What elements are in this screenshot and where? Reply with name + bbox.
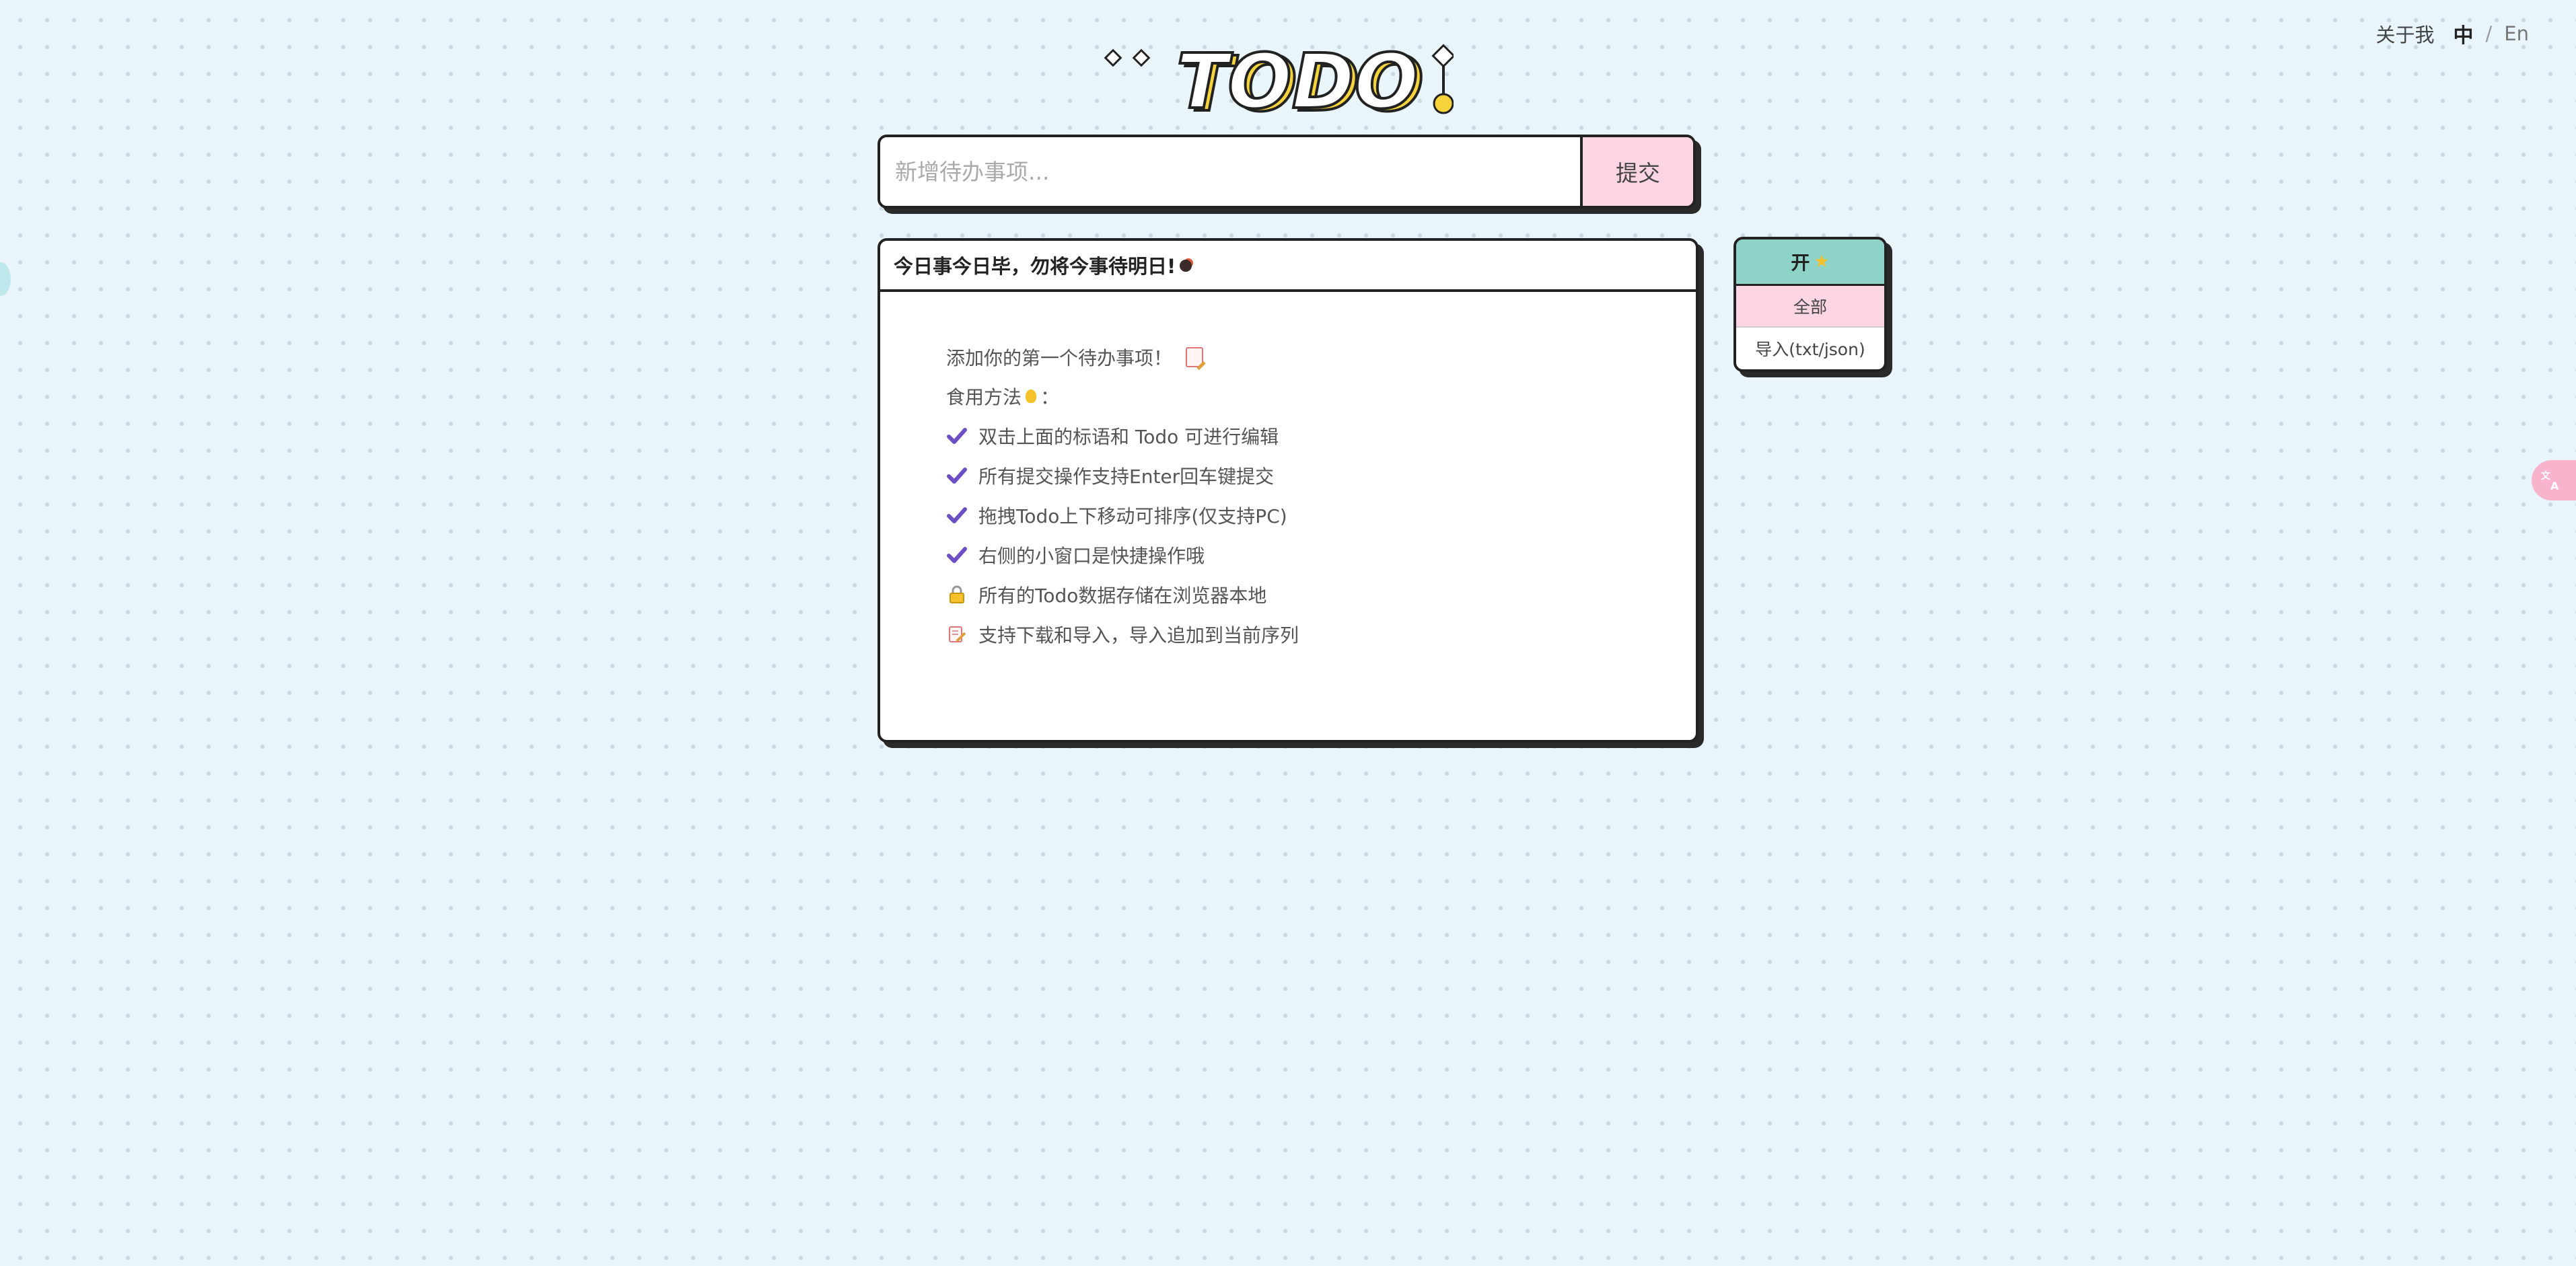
svg-text:TODO: TODO — [1176, 40, 1419, 121]
usage-colon: ： — [1040, 386, 1060, 408]
lang-separator: / — [2485, 22, 2493, 45]
check-icon — [946, 505, 968, 526]
panel-toggle-label: 开 — [1791, 252, 1810, 274]
slogan-text[interactable]: 今日事今日毕，勿将今事待明日! — [894, 251, 1176, 279]
tip-item: 双击上面的标语和 Todo 可进行编辑 — [946, 416, 1696, 455]
quick-action-panel: 开 ★ 全部 导入(txt/json) — [1733, 237, 1887, 372]
tip-text: 双击上面的标语和 Todo 可进行编辑 — [978, 425, 1279, 448]
new-todo-form: 提交 — [878, 135, 1696, 209]
tip-text: 拖拽Todo上下移动可排序(仅支持PC) — [978, 505, 1287, 527]
logo-letters: TODO TODO — [1175, 40, 1425, 121]
tip-item: 支持下载和导入，导入追加到当前序列 — [946, 614, 1696, 654]
tip-text: 支持下载和导入，导入追加到当前序列 — [978, 624, 1299, 646]
lang-en-option[interactable]: En — [2504, 22, 2529, 45]
tip-text: 所有提交操作支持Enter回车键提交 — [978, 465, 1275, 488]
star-icon: ★ — [1814, 252, 1830, 272]
memo-icon — [946, 624, 968, 645]
bomb-icon — [1180, 260, 1192, 272]
slogan-header[interactable]: 今日事今日毕，勿将今事待明日! — [880, 241, 1696, 292]
submit-button[interactable]: 提交 — [1580, 137, 1693, 206]
diamond-icon — [1104, 48, 1151, 67]
filter-all-button[interactable]: 全部 — [1736, 286, 1884, 328]
tip-item: 右侧的小窗口是快捷操作哦 — [946, 535, 1696, 574]
lang-zh-option[interactable]: 中 — [2454, 19, 2474, 48]
lightbulb-icon — [1026, 389, 1037, 403]
usage-tips-list: 双击上面的标语和 Todo 可进行编辑 所有提交操作支持Enter回车键提交 拖… — [946, 416, 1696, 654]
top-nav: 关于我 中 / En — [2376, 19, 2530, 48]
check-icon — [946, 544, 968, 566]
check-icon — [946, 465, 968, 486]
tip-item: 拖拽Todo上下移动可排序(仅支持PC) — [946, 495, 1696, 535]
todo-list-card: 今日事今日毕，勿将今事待明日! 添加你的第一个待办事项！ 食用方法 ： 双击上面… — [878, 238, 1698, 743]
svg-text:A: A — [2550, 480, 2559, 491]
left-edge-decoration — [0, 262, 11, 296]
exclamation-pin-icon — [1431, 44, 1454, 114]
tip-item: 所有的Todo数据存储在浏览器本地 — [946, 574, 1696, 614]
about-link[interactable]: 关于我 — [2376, 20, 2435, 48]
import-button[interactable]: 导入(txt/json) — [1736, 328, 1884, 369]
memo-icon — [1186, 347, 1204, 367]
tip-text: 右侧的小窗口是快捷操作哦 — [978, 544, 1205, 567]
tip-item: 所有提交操作支持Enter回车键提交 — [946, 455, 1696, 495]
tip-text: 所有的Todo数据存储在浏览器本地 — [978, 584, 1267, 607]
lock-icon — [946, 584, 968, 605]
panel-toggle[interactable]: 开 ★ — [1736, 239, 1884, 286]
empty-intro: 添加你的第一个待办事项！ — [946, 338, 1696, 377]
svg-text:文: 文 — [2541, 470, 2551, 482]
check-icon — [946, 425, 968, 447]
usage-heading: 食用方法 ： — [946, 377, 1696, 416]
empty-state: 添加你的第一个待办事项！ 食用方法 ： 双击上面的标语和 Todo 可进行编辑 … — [880, 292, 1696, 654]
translate-icon[interactable]: 文A — [2532, 460, 2576, 500]
todo-logo[interactable]: TODO TODO — [1104, 40, 1454, 121]
new-todo-input[interactable] — [880, 137, 1580, 206]
language-switch: 中 / En — [2454, 19, 2529, 48]
empty-intro-text: 添加你的第一个待办事项！ — [946, 347, 1173, 369]
usage-label: 食用方法 — [946, 386, 1022, 408]
